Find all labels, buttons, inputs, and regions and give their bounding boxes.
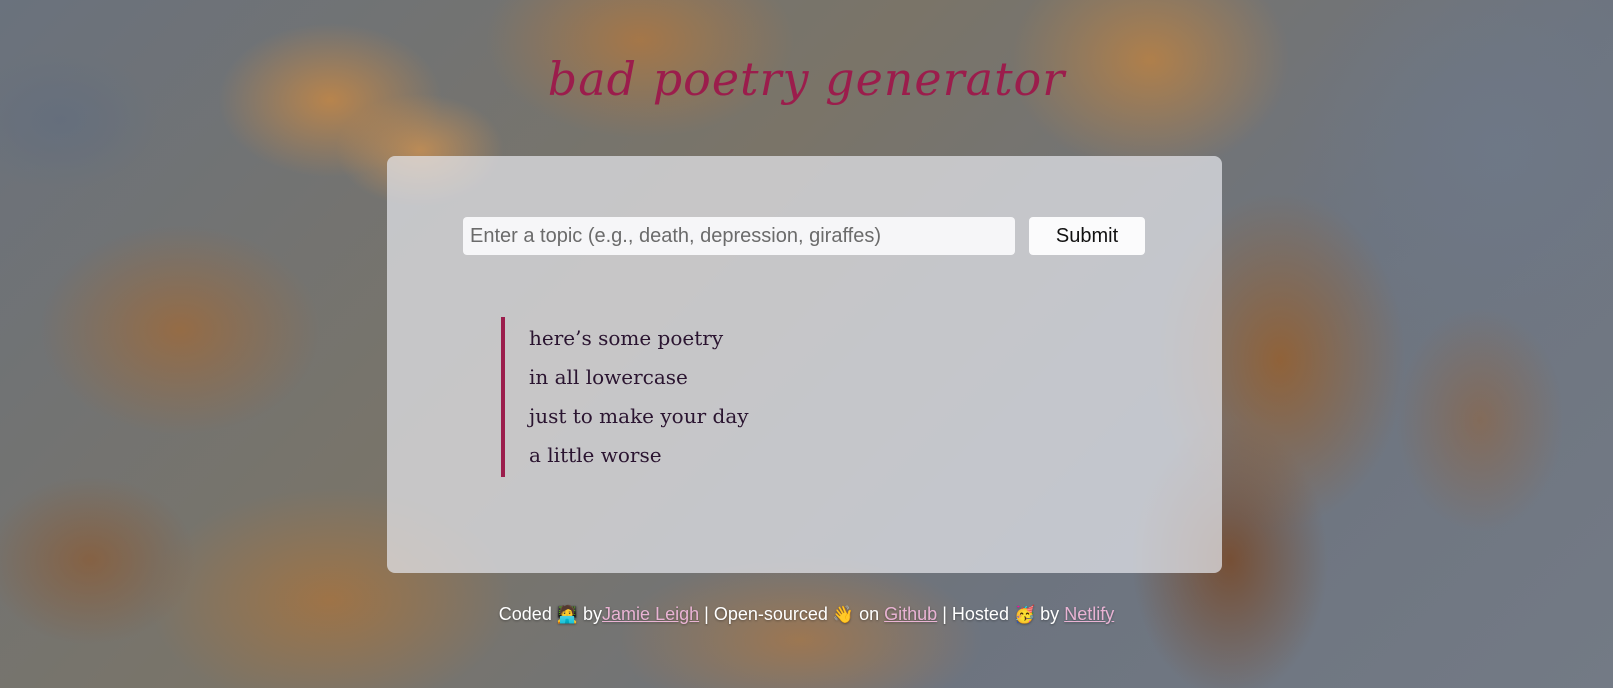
footer-by-text: by (583, 604, 603, 624)
footer-hosted-text: Hosted (951, 604, 1009, 624)
technologist-emoji-icon: 🧑‍💻 (556, 605, 579, 624)
waving-hand-emoji-icon: 👋 (832, 605, 855, 624)
poem-line: a little worse (529, 443, 662, 467)
footer-open-sourced-text: Open-sourced (713, 604, 828, 624)
poem-output: here’s some poetry in all lowercase just… (501, 317, 749, 477)
footer-coded-text: Coded (498, 604, 552, 624)
submit-button[interactable]: Submit (1029, 217, 1145, 255)
github-link[interactable]: Github (884, 604, 937, 624)
generator-card: Submit here’s some poetry in all lowerca… (387, 156, 1222, 573)
poem-line: in all lowercase (529, 365, 688, 389)
footer-separator: | (942, 604, 947, 624)
footer-separator: | (704, 604, 709, 624)
netlify-link[interactable]: Netlify (1064, 604, 1114, 624)
topic-input[interactable] (463, 217, 1015, 255)
footer-by-text: by (1040, 604, 1060, 624)
footer-on-text: on (859, 604, 880, 624)
page-title: bad poetry generator (547, 52, 1066, 106)
party-face-emoji-icon: 🥳 (1013, 605, 1036, 624)
poem-line: here’s some poetry (529, 326, 724, 350)
topic-form: Submit (463, 217, 1145, 255)
footer: Coded 🧑‍💻 byJamie Leigh | Open-sourced 👋… (0, 604, 1613, 625)
poem-line: just to make your day (529, 404, 749, 428)
author-link[interactable]: Jamie Leigh (602, 604, 699, 624)
